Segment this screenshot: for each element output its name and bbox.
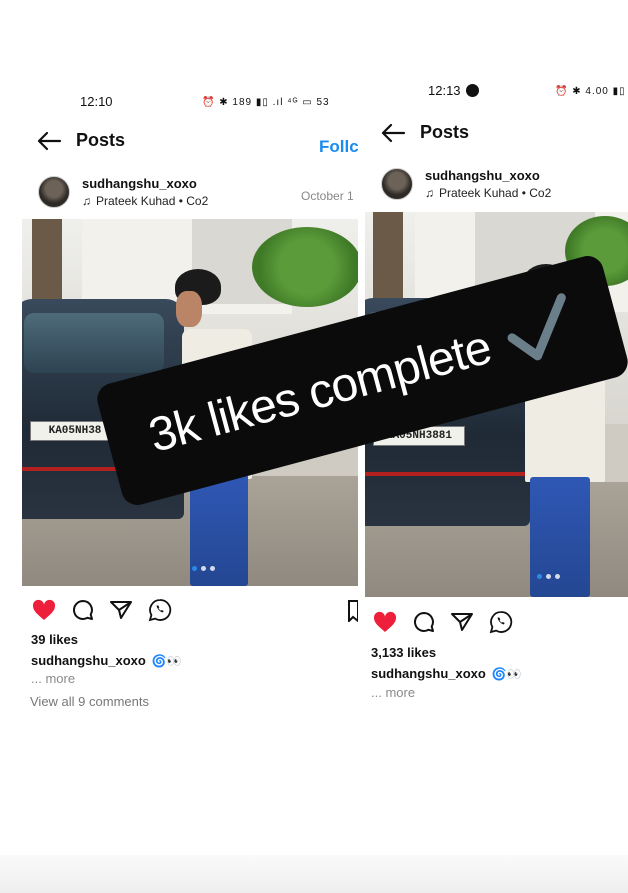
caption-emoji: 🌀👀 (151, 653, 182, 668)
caption-username[interactable]: sudhangshu_xoxo (371, 666, 486, 681)
post-header: sudhangshu_xoxo ♫ Prateek Kuhad • Co2 (38, 176, 208, 208)
caption-username[interactable]: sudhangshu_xoxo (31, 653, 146, 668)
back-arrow-icon[interactable] (36, 131, 62, 151)
carousel-dots (537, 574, 560, 579)
status-time: 12:13 (428, 83, 461, 98)
whatsapp-icon[interactable] (489, 610, 513, 634)
song-label: Prateek Kuhad • Co2 (439, 186, 552, 200)
song-info[interactable]: ♫ Prateek Kuhad • Co2 (425, 186, 551, 200)
music-note-icon: ♫ (82, 194, 91, 208)
back-arrow-icon[interactable] (380, 123, 406, 143)
post-username[interactable]: sudhangshu_xoxo (425, 168, 551, 183)
more-link[interactable]: ... more (31, 671, 75, 686)
comment-icon[interactable] (413, 611, 435, 633)
share-icon[interactable] (110, 600, 132, 620)
post-date: October 1 (301, 189, 354, 203)
page-title: Posts (76, 130, 126, 150)
top-nav: Posts (380, 122, 469, 143)
caption: sudhangshu_xoxo 🌀👀 (371, 666, 522, 681)
notification-dot-icon (466, 84, 479, 97)
more-link[interactable]: ... more (371, 685, 415, 700)
post-username[interactable]: sudhangshu_xoxo (82, 176, 208, 191)
follow-button[interactable]: Follc (319, 137, 358, 157)
top-nav: Posts (36, 130, 125, 151)
bookmark-icon[interactable] (348, 600, 358, 627)
checkmark-icon (498, 290, 583, 375)
carousel-dots (192, 566, 215, 571)
status-time: 12:10 (80, 94, 113, 109)
status-bar: 12:13 ⏰ ✱ 4.00 ▮▯ (363, 70, 628, 100)
bottom-fade (0, 855, 628, 893)
action-bar (373, 610, 513, 634)
status-icons: ⏰ ✱ 4.00 ▮▯ (555, 86, 626, 97)
share-icon[interactable] (451, 612, 473, 632)
music-note-icon: ♫ (425, 186, 434, 200)
page-title: Posts (420, 122, 470, 142)
avatar[interactable] (381, 168, 413, 200)
heart-icon[interactable] (373, 611, 397, 633)
view-comments-link[interactable]: View all 9 comments (30, 694, 149, 709)
caption-emoji: 🌀👀 (491, 666, 522, 681)
status-bar: 12:10 ⏰ ✱ 189 ▮▯ .ıl ⁴ᴳ ▭ 53 (18, 80, 358, 110)
caption: sudhangshu_xoxo 🌀👀 (31, 653, 182, 668)
likes-count[interactable]: 3,133 likes (371, 645, 436, 660)
action-bar (32, 598, 172, 622)
likes-count[interactable]: 39 likes (31, 632, 78, 647)
avatar[interactable] (38, 176, 70, 208)
heart-icon[interactable] (32, 599, 56, 621)
post-header: sudhangshu_xoxo ♫ Prateek Kuhad • Co2 (381, 168, 551, 200)
comment-icon[interactable] (72, 599, 94, 621)
song-info[interactable]: ♫ Prateek Kuhad • Co2 (82, 194, 208, 208)
status-icons: ⏰ ✱ 189 ▮▯ .ıl ⁴ᴳ ▭ 53 (202, 97, 330, 108)
song-label: Prateek Kuhad • Co2 (96, 194, 209, 208)
whatsapp-icon[interactable] (148, 598, 172, 622)
